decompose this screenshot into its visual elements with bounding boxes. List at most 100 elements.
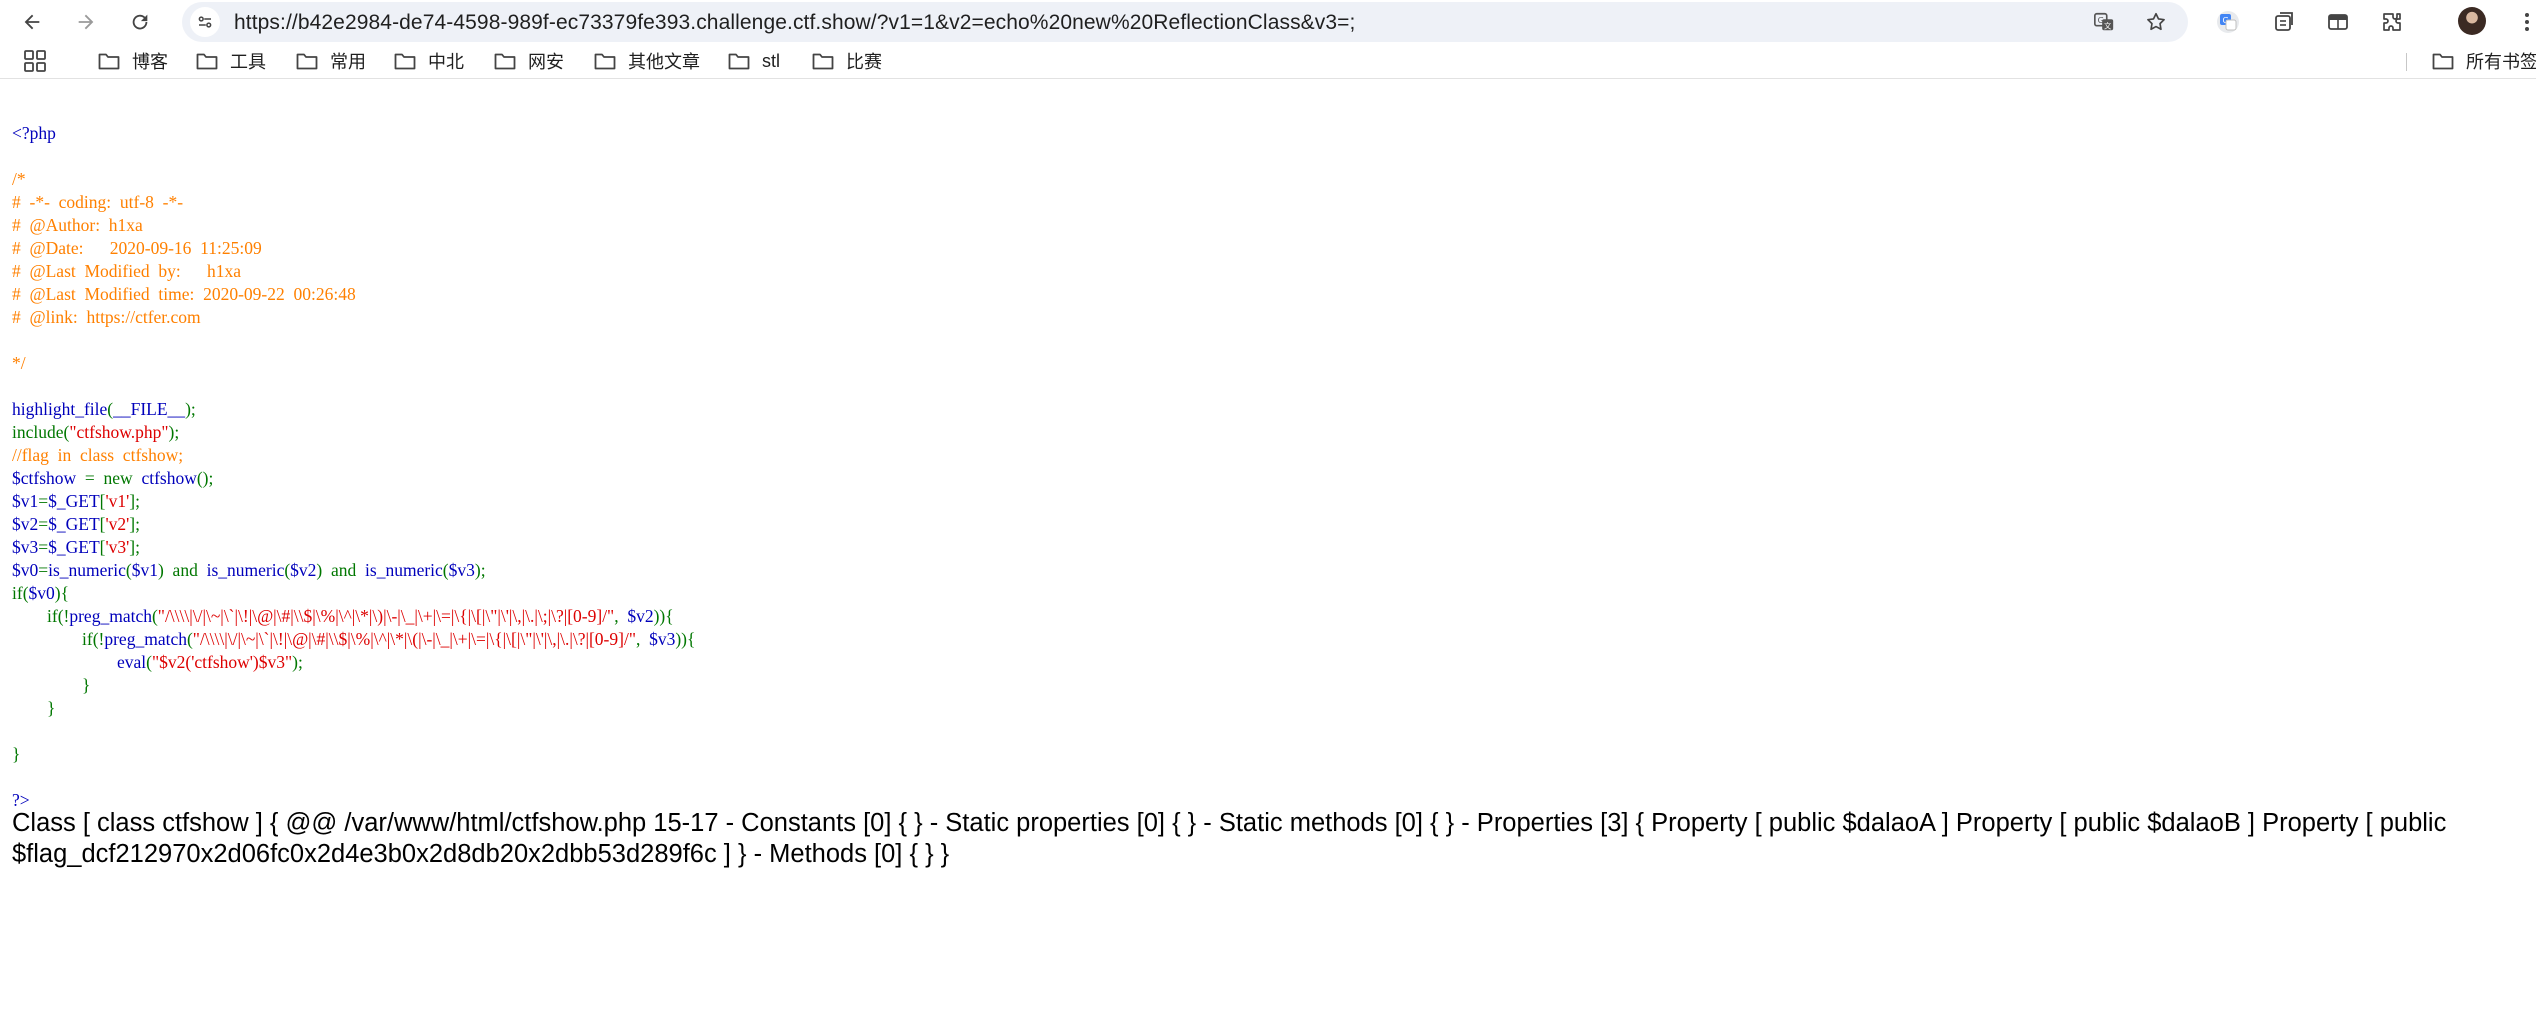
forward-button[interactable] [70, 6, 102, 38]
bookmark-label: 博客 [132, 52, 168, 72]
code-token: */ [12, 353, 26, 373]
code-token: eval [117, 652, 147, 672]
reading-mode-button[interactable] [2322, 6, 2354, 38]
reload-button[interactable] [124, 6, 156, 38]
code-token: ]; [129, 491, 140, 511]
code-token: "ctfshow.php" [69, 422, 169, 442]
code-token: $v0 [12, 560, 39, 580]
code-token: __FILE__ [113, 399, 186, 419]
translate-button[interactable]: G 文 [2090, 8, 2118, 36]
bookmark-folder[interactable]: 网安 [494, 48, 564, 74]
tab-search-button[interactable] [2268, 6, 2300, 38]
code-token: } [12, 744, 21, 764]
code-token: # -*- coding: utf-8 -*- [12, 192, 184, 212]
code-line: if(!preg_match("/\\\\|\/|\~|\`|\!|\@|\#|… [12, 628, 695, 651]
code-line: # @Author: h1xa [12, 214, 695, 237]
svg-text:文: 文 [2104, 21, 2112, 30]
code-token: (); [196, 468, 214, 488]
bookmark-label: 常用 [330, 52, 366, 72]
google-translate-extension-button[interactable]: G [2212, 6, 2244, 38]
profile-avatar[interactable] [2458, 7, 2486, 35]
extensions-button[interactable] [2376, 6, 2408, 38]
code-line: } [12, 743, 695, 766]
code-token: )) [653, 606, 666, 626]
folder-icon [594, 53, 616, 70]
folder-icon [394, 53, 416, 70]
code-token: /* [12, 169, 26, 189]
back-icon [24, 14, 40, 30]
bookmark-folder[interactable]: 常用 [296, 48, 366, 74]
all-bookmarks-folder[interactable]: 所有书签 [2432, 48, 2536, 74]
code-token: ]; [129, 514, 140, 534]
code-token: $ctfshow [12, 468, 85, 488]
all-bookmarks-label: 所有书签 [2466, 52, 2536, 72]
bookmarks-divider [2406, 53, 2407, 71]
bookmark-label: 中北 [428, 52, 464, 72]
code-token: ){ [54, 583, 70, 603]
site-info-button[interactable] [190, 7, 220, 37]
google-translate-extension-icon: G [2217, 11, 2239, 33]
code-line: $v1=$_GET['v1']; [12, 490, 695, 513]
code-token: )) [675, 629, 688, 649]
code-token: = new [84, 468, 142, 488]
bookmark-folder[interactable]: 比赛 [812, 48, 882, 74]
code-token: if( [12, 583, 29, 603]
bookmark-folder[interactable]: 博客 [98, 48, 168, 74]
code-token: preg_match [104, 629, 187, 649]
code-token: is_numeric [48, 560, 126, 580]
code-token: ) and [316, 560, 366, 580]
folder-icon [98, 53, 120, 70]
code-token: = [38, 560, 49, 580]
code-token: # @Last Modified by: h1xa [12, 261, 242, 281]
back-button[interactable] [16, 6, 48, 38]
code-token: $_GET [48, 537, 100, 557]
code-token: is_numeric [365, 560, 443, 580]
bookmark-label: 比赛 [846, 52, 882, 72]
code-line: //flag in class ctfshow; [12, 444, 695, 467]
code-token: $v3 [448, 560, 475, 580]
bookmark-star-button[interactable] [2142, 8, 2170, 36]
code-token: ]; [129, 537, 140, 557]
tab-search-icon [2275, 12, 2293, 31]
code-line: # @Date: 2020-09-16 11:25:09 [12, 237, 695, 260]
more-menu-icon [2525, 13, 2529, 31]
code-line: */ [12, 352, 695, 375]
bookmark-folder[interactable]: stl [728, 48, 780, 74]
code-token: , [635, 629, 650, 649]
code-token: highlight_file [12, 399, 108, 419]
more-menu-button[interactable] [2518, 6, 2536, 38]
reload-icon [132, 14, 148, 30]
code-token: $_GET [48, 514, 100, 534]
bookmark-label: stl [762, 50, 780, 71]
url-text[interactable]: https://b42e2984-de74-4598-989f-ec73379f… [234, 11, 1355, 35]
code-token: ); [168, 422, 180, 442]
folder-icon [812, 53, 834, 70]
address-bar[interactable]: https://b42e2984-de74-4598-989f-ec73379f… [182, 2, 2188, 42]
code-token: $v2 [12, 514, 39, 534]
bookmark-folder[interactable]: 工具 [196, 48, 266, 74]
code-line: } [12, 697, 695, 720]
folder-icon [494, 53, 516, 70]
code-token: 'v2' [105, 514, 130, 534]
code-line: # @Last Modified by: h1xa [12, 260, 695, 283]
code-line: if($v0){ [12, 582, 695, 605]
reading-mode-icon [2328, 14, 2348, 30]
code-token: if(! [12, 606, 70, 626]
bookmark-label: 其他文章 [628, 52, 700, 72]
code-line: # -*- coding: utf-8 -*- [12, 191, 695, 214]
code-token: 'v1' [105, 491, 130, 511]
apps-grid-icon[interactable] [24, 50, 46, 72]
forward-icon [78, 14, 94, 30]
bookmark-folder[interactable]: 其他文章 [594, 48, 700, 74]
code-token: is_numeric [206, 560, 285, 580]
reflection-output: Class [ class ctfshow ] { @@ /var/www/ht… [12, 809, 2447, 868]
code-line: # @link: https://ctfer.com [12, 306, 695, 329]
code-token: $v0 [28, 583, 55, 603]
folder-icon [296, 53, 318, 70]
bookmark-folder[interactable]: 中北 [394, 48, 464, 74]
code-token: preg_match [69, 606, 152, 626]
